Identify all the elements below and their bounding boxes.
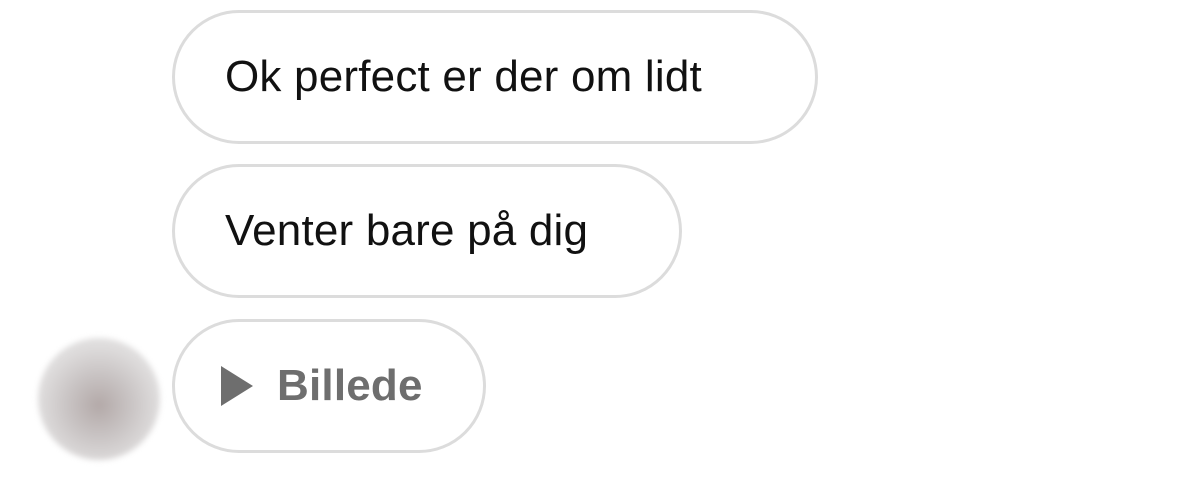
media-label: Billede xyxy=(277,361,423,410)
sender-avatar[interactable] xyxy=(38,338,160,460)
message-bubble[interactable]: Venter bare på dig xyxy=(172,164,682,298)
message-bubble[interactable]: Ok perfect er der om lidt xyxy=(172,10,818,144)
media-message-bubble[interactable]: Billede xyxy=(172,319,486,453)
message-text: Venter bare på dig xyxy=(225,206,589,255)
message-text: Ok perfect er der om lidt xyxy=(225,52,702,101)
play-icon xyxy=(221,366,253,406)
